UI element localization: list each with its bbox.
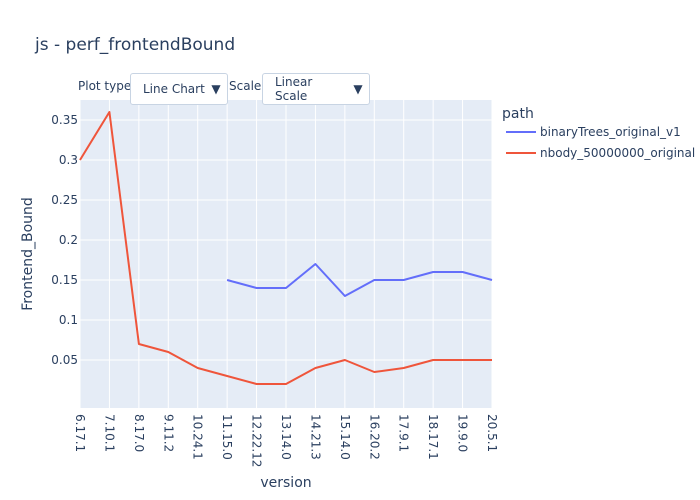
x-tick-label: 8.17.0 <box>132 414 146 452</box>
legend: path binaryTrees_original_v1 nbody_500000… <box>502 106 695 160</box>
chevron-down-icon: ▼ <box>353 82 363 96</box>
y-tick-label: 0.3 <box>59 153 78 167</box>
y-tick-label: 0.35 <box>51 113 78 127</box>
x-tick-label: 19.9.0 <box>456 414 470 452</box>
x-tick-label: 11.15.0 <box>220 414 234 460</box>
y-tick-label: 0.1 <box>59 313 78 327</box>
scale-label: Scale: <box>229 79 266 93</box>
x-tick-label: 15.14.0 <box>338 414 352 460</box>
x-tick-label: 14.21.3 <box>308 414 322 460</box>
y-tick-label: 0.25 <box>51 193 78 207</box>
x-tick-label: 9.11.2 <box>161 414 175 452</box>
plot-type-value: Line Chart <box>143 82 205 96</box>
x-tick-label: 20.5.1 <box>485 414 499 452</box>
y-tick-label: 0.05 <box>51 353 78 367</box>
plot-type-label: Plot type: <box>78 79 136 93</box>
x-tick-labels: 6.17.1 7.10.1 8.17.0 9.11.2 10.24.1 11.15.0 12… <box>73 414 499 467</box>
x-tick-label: 6.17.1 <box>73 414 87 452</box>
y-tick-label: 0.15 <box>51 273 78 287</box>
x-tick-label: 16.20.2 <box>367 414 381 460</box>
scale-value: Linear Scale <box>275 75 313 103</box>
chevron-down-icon: ▼ <box>211 82 221 96</box>
plot-type-dropdown[interactable]: Line Chart ▼ <box>130 73 228 105</box>
x-axis-label: version <box>260 475 311 491</box>
legend-item-label: binaryTrees_original_v1 <box>540 125 681 139</box>
legend-title: path <box>502 106 534 122</box>
scale-dropdown[interactable]: Linear Scale ▼ <box>262 73 370 105</box>
x-tick-label: 18.17.1 <box>426 414 440 460</box>
x-tick-label: 17.9.1 <box>397 414 411 452</box>
x-tick-label: 7.10.1 <box>102 414 116 452</box>
legend-item-label: nbody_50000000_original <box>540 146 695 160</box>
y-tick-label: 0.2 <box>59 233 78 247</box>
x-tick-label: 10.24.1 <box>191 414 205 460</box>
y-axis-label: Frontend_Bound <box>20 197 36 311</box>
chart-title: js - perf_frontendBound <box>34 35 235 55</box>
x-tick-label: 13.14.0 <box>279 414 293 460</box>
y-tick-labels: 0.05 0.1 0.15 0.2 0.25 0.3 0.35 <box>51 113 78 367</box>
x-tick-label: 12.22.12 <box>250 414 264 467</box>
